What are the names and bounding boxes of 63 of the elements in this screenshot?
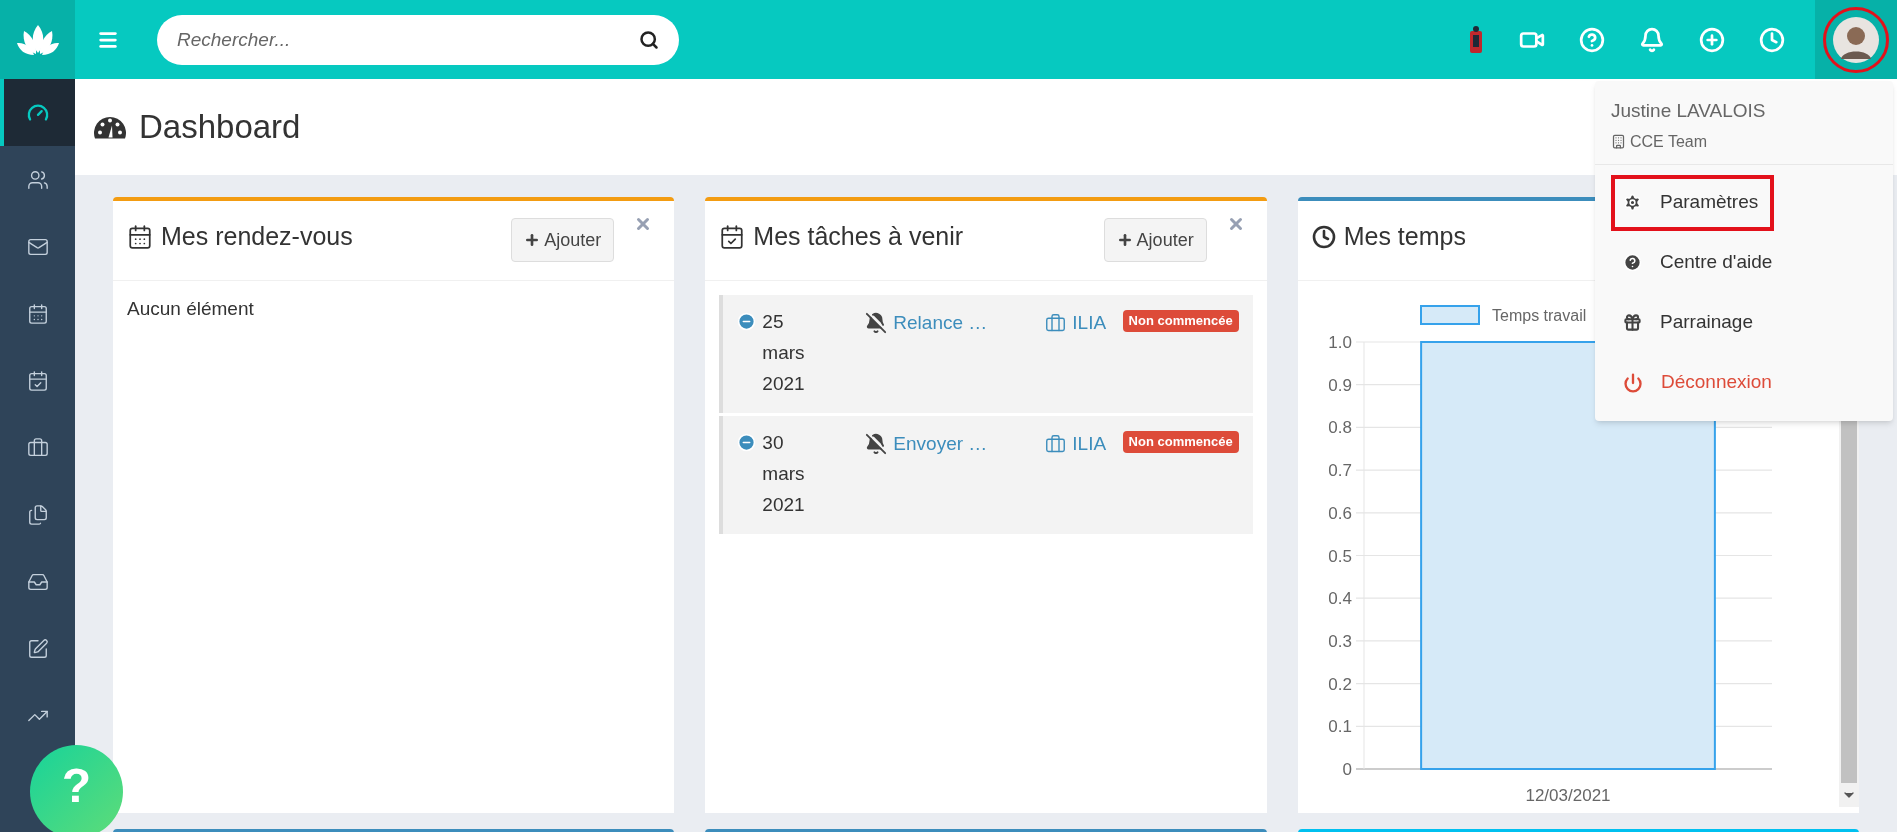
search-field[interactable]: Rechercher...: [157, 14, 679, 65]
panel-title: Mes rendez-vous: [161, 221, 353, 252]
y-tick-label: 0.8: [1328, 418, 1352, 438]
clock-icon[interactable]: [1759, 26, 1785, 53]
users-icon: [26, 168, 49, 191]
help-icon: [1623, 253, 1642, 272]
settings-icon: [1623, 193, 1642, 212]
menu-item[interactable]: Centre d'aide: [1611, 234, 1785, 291]
status-badge: Non commencée: [1122, 431, 1239, 453]
add-button[interactable]: Ajouter: [511, 218, 615, 262]
power-icon: [1623, 372, 1643, 393]
plus-icon: [524, 232, 541, 248]
chart-legend: Temps travail: [1419, 305, 1586, 325]
calendar-icon: [26, 302, 49, 325]
calendar-check-icon: [719, 223, 746, 250]
plus-icon: [1116, 232, 1133, 248]
minus-circle-icon: [737, 433, 757, 452]
clock-icon: [1311, 224, 1336, 249]
edit-icon: [26, 637, 49, 660]
briefcase-icon: [1045, 433, 1067, 455]
y-tick-label: 0.5: [1328, 546, 1352, 566]
avatar[interactable]: [1823, 6, 1889, 73]
panel-title: Mes tâches à venir: [753, 221, 964, 252]
y-tick-label: 0.1: [1328, 717, 1352, 737]
building-icon: [1611, 134, 1626, 149]
y-tick-label: 0.3: [1328, 631, 1352, 651]
sidebar-item[interactable]: [0, 79, 75, 146]
y-tick-label: 0.7: [1328, 461, 1352, 481]
documents-icon: [26, 503, 49, 526]
page-title: Dashboard: [139, 107, 301, 148]
figure-icon[interactable]: [1467, 24, 1485, 55]
add-button[interactable]: Ajouter: [1103, 218, 1207, 262]
y-tick-label: 0: [1342, 760, 1352, 779]
bell-icon[interactable]: [1639, 26, 1665, 53]
panel-title: Mes temps: [1343, 221, 1466, 252]
task-date: 25 mars 2021: [762, 310, 806, 396]
menu-item[interactable]: Parrainage: [1611, 294, 1765, 351]
menu-item[interactable]: Déconnexion: [1611, 354, 1784, 411]
calendar-icon: [127, 223, 153, 250]
menu-item[interactable]: Paramètres: [1611, 174, 1775, 231]
team-name: CCE Team: [1630, 131, 1708, 152]
briefcase-icon: [26, 436, 49, 459]
calendar-check-icon: [26, 369, 49, 392]
search-icon[interactable]: [639, 29, 659, 50]
y-tick-label: 0.2: [1328, 674, 1352, 694]
bell-off-icon: [865, 433, 888, 456]
gauge-icon: [93, 114, 127, 140]
y-tick-label: 0.9: [1328, 375, 1352, 395]
legend-label: Temps travail: [1491, 307, 1586, 324]
status-badge: Non commencée: [1122, 310, 1239, 332]
empty-text: Aucun élément: [127, 298, 254, 319]
task-date: 30 mars 2021: [762, 431, 806, 517]
y-tick-label: 0.4: [1328, 589, 1352, 609]
y-tick-label: 0.6: [1328, 503, 1352, 523]
plus-circle-icon[interactable]: [1699, 26, 1725, 53]
gift-icon: [1623, 313, 1642, 332]
help-icon[interactable]: [1579, 26, 1605, 53]
x-tick-label: 12/03/2021: [1525, 786, 1611, 805]
minus-circle-icon: [737, 312, 757, 331]
y-tick-label: 1.0: [1328, 333, 1352, 352]
user-name: Justine LAVALOIS: [1611, 99, 1767, 123]
briefcase-icon: [1045, 312, 1067, 334]
bell-off-icon: [865, 312, 888, 335]
